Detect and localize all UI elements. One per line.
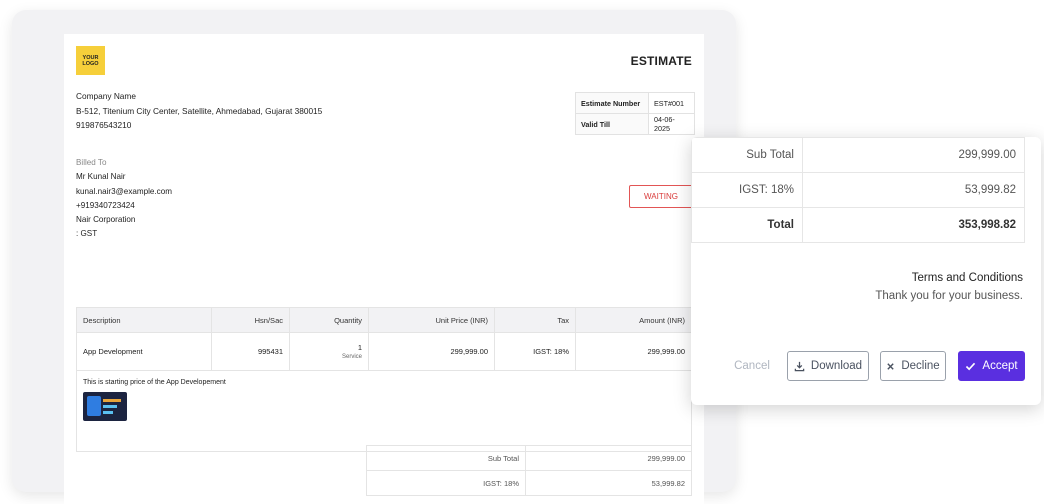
column-header-amount: Amount (INR) [575,307,692,333]
client-gst: : GST [76,229,98,239]
client-name: Mr Kunal Nair [76,172,126,182]
table-row: App Development 995431 1 Service 299,999… [76,332,692,371]
summary-value: 53,999.82 [525,470,692,496]
download-label: Download [810,360,863,372]
totals-label: Total [691,207,803,243]
check-icon [965,362,976,371]
action-bar: Cancel Download Decline Accept [691,351,1041,383]
item-tax: IGST: 18% [494,332,576,371]
accept-label: Accept [982,360,1018,372]
decline-label: Decline [901,360,940,372]
totals-label: Sub Total [691,137,803,173]
estimate-action-card: Sub Total 299,999.00 IGST: 18% 53,999.82… [691,137,1041,405]
document-summary-table: Sub Total 299,999.00 IGST: 18% 53,999.82 [366,445,692,496]
column-header-description: Description [76,307,212,333]
document-title: ESTIMATE [630,54,692,68]
billed-to: Billed To Mr Kunal Nair kunal.nair3@exam… [76,156,172,242]
column-header-hsn: Hsn/Sac [211,307,290,333]
estimate-document: YOUR LOGO ESTIMATE Company Name B-512, T… [64,34,704,504]
decline-button[interactable]: Decline [880,351,946,381]
item-note-row: This is starting price of the App Develo… [76,370,692,452]
download-icon [794,361,805,372]
meta-row: Valid Till 04-06-2025 [575,113,695,135]
column-header-tax: Tax [494,307,576,333]
totals-table: Sub Total 299,999.00 IGST: 18% 53,999.82… [691,137,1025,243]
item-hsn: 995431 [211,332,290,371]
meta-value: 04-06-2025 [648,113,695,135]
client-email: kunal.nair3@example.com [76,186,172,196]
item-quantity: 1 [357,343,362,352]
totals-row-grand: Total 353,998.82 [691,207,1025,243]
meta-label: Estimate Number [575,92,649,114]
meta-label: Valid Till [575,113,649,135]
company-info: Company Name B-512, Titenium City Center… [76,89,322,133]
company-logo: YOUR LOGO [76,46,105,75]
item-note-cell: This is starting price of the App Develo… [76,370,692,452]
company-phone: 919876543210 [76,120,132,130]
terms-heading: Terms and Conditions [911,272,1023,284]
totals-label: IGST: 18% [691,172,803,208]
client-company: Nair Corporation [76,215,136,225]
summary-label: Sub Total [366,445,526,471]
item-note: This is starting price of the App Develo… [83,379,226,386]
company-name: Company Name [76,91,136,101]
product-thumbnail [83,392,127,421]
item-quantity-unit: Service [341,354,362,360]
column-header-quantity: Quantity [289,307,369,333]
terms-text: Thank you for your business. [875,290,1023,302]
client-phone: +919340723424 [76,200,135,210]
download-button[interactable]: Download [787,351,869,381]
totals-row: Sub Total 299,999.00 [691,137,1025,173]
company-address: B-512, Titenium City Center, Satellite, … [76,105,323,116]
accept-button[interactable]: Accept [958,351,1025,381]
meta-row: Estimate Number EST#001 [575,92,695,114]
meta-value: EST#001 [648,92,695,114]
totals-value: 53,999.82 [802,172,1025,208]
status-badge: WAITING [629,185,693,208]
item-quantity-cell: 1 Service [289,332,369,371]
column-header-unit-price: Unit Price (INR) [368,307,495,333]
cancel-button[interactable]: Cancel [727,351,777,381]
close-icon [886,362,895,371]
estimate-meta-table: Estimate Number EST#001 Valid Till 04-06… [575,92,695,135]
item-description: App Development [76,332,212,371]
terms-section: Terms and Conditions Thank you for your … [875,269,1023,305]
summary-row: IGST: 18% 53,999.82 [366,470,692,496]
table-header-row: Description Hsn/Sac Quantity Unit Price … [76,307,692,333]
item-amount: 299,999.00 [575,332,692,371]
line-items-table: Description Hsn/Sac Quantity Unit Price … [76,307,692,452]
totals-row: IGST: 18% 53,999.82 [691,172,1025,208]
summary-label: IGST: 18% [366,470,526,496]
totals-value: 299,999.00 [802,137,1025,173]
item-unit-price: 299,999.00 [368,332,495,371]
totals-value: 353,998.82 [802,207,1025,243]
summary-value: 299,999.00 [525,445,692,471]
estimate-preview-panel: YOUR LOGO ESTIMATE Company Name B-512, T… [12,10,736,504]
billed-to-label: Billed To [76,158,107,167]
logo-text-line2: LOGO [82,60,99,67]
summary-row: Sub Total 299,999.00 [366,445,692,471]
